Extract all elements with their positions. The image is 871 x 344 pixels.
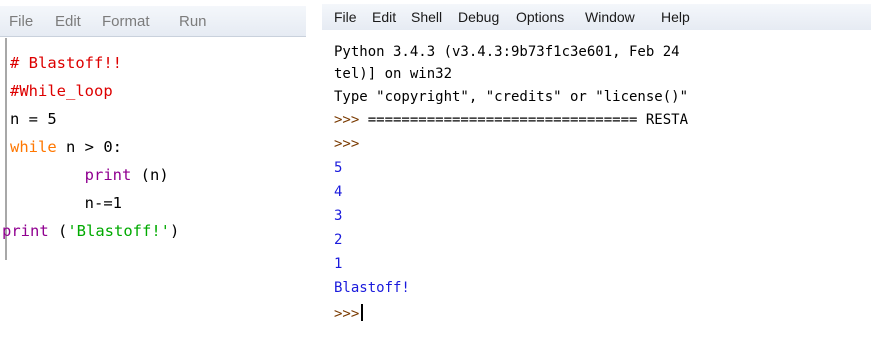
editor-menu-format[interactable]: Format xyxy=(102,13,150,30)
shell-prompt: >>> xyxy=(334,306,360,322)
shell-output-line: 5 xyxy=(334,160,343,176)
code-line-4: while n > 0: xyxy=(10,138,122,162)
code-line-6: n-=1 xyxy=(10,194,122,212)
builtin-print: print xyxy=(84,166,132,184)
shell-window: File Edit Shell Debug Options Window Hel… xyxy=(322,0,871,344)
editor-menu-edit[interactable]: Edit xyxy=(55,13,81,30)
text-cursor xyxy=(361,304,364,321)
editor-menu-run[interactable]: Run xyxy=(179,13,207,30)
shell-banner-line-3: Type "copyright", "credits" or "license(… xyxy=(334,89,689,105)
code-line-5: print (n) xyxy=(10,166,169,190)
code-line-1: # Blastoff!! xyxy=(10,54,122,72)
editor-window: File Edit Format Run # Blastoff!! #While… xyxy=(0,0,314,260)
code-line-7-open: ( xyxy=(48,222,68,240)
shell-restart-line: >>> ================================ RES… xyxy=(334,112,688,134)
shell-menu-file[interactable]: File xyxy=(334,9,357,25)
editor-menu-file[interactable]: File xyxy=(9,13,33,30)
editor-menubar: File Edit Format Run xyxy=(0,6,306,37)
keyword-while: while xyxy=(10,138,57,156)
code-line-4-rest: n > 0: xyxy=(56,138,122,156)
shell-restart-text: ================================ RESTA xyxy=(367,112,689,128)
shell-banner-line-1: Python 3.4.3 (v3.4.3:9b73f1c3e601, Feb 2… xyxy=(334,44,680,60)
shell-output-line: 2 xyxy=(334,232,343,248)
shell-menu-edit[interactable]: Edit xyxy=(372,9,396,25)
shell-menu-help[interactable]: Help xyxy=(661,9,690,25)
code-line-7: print ('Blastoff!') xyxy=(2,222,179,246)
shell-output-line: 3 xyxy=(334,208,343,224)
shell-prompt: >>> xyxy=(334,112,368,128)
shell-menu-options[interactable]: Options xyxy=(516,9,564,25)
shell-input-line[interactable]: >>> xyxy=(334,304,364,326)
shell-output-message: Blastoff! xyxy=(334,280,410,296)
code-line-5-indent xyxy=(10,166,85,184)
shell-banner-line-2: tel)] on win32 xyxy=(334,66,453,82)
code-line-5-rest: (n) xyxy=(131,166,169,184)
code-line-7-close: ) xyxy=(170,222,180,240)
string-literal: 'Blastoff!' xyxy=(67,222,170,240)
shell-output-line: 1 xyxy=(334,256,343,272)
shell-menu-debug[interactable]: Debug xyxy=(458,9,499,25)
builtin-print: print xyxy=(2,222,49,240)
shell-menu-shell[interactable]: Shell xyxy=(411,9,442,25)
shell-output-line: 4 xyxy=(334,184,343,200)
code-line-2: #While_loop xyxy=(10,82,113,100)
shell-menubar: File Edit Shell Debug Options Window Hel… xyxy=(322,4,871,30)
code-editor[interactable]: # Blastoff!! #While_loop n = 5 while n >… xyxy=(2,38,314,260)
code-line-3: n = 5 xyxy=(10,110,57,128)
shell-menu-window[interactable]: Window xyxy=(585,9,635,25)
shell-prompt: >>> xyxy=(334,136,360,152)
